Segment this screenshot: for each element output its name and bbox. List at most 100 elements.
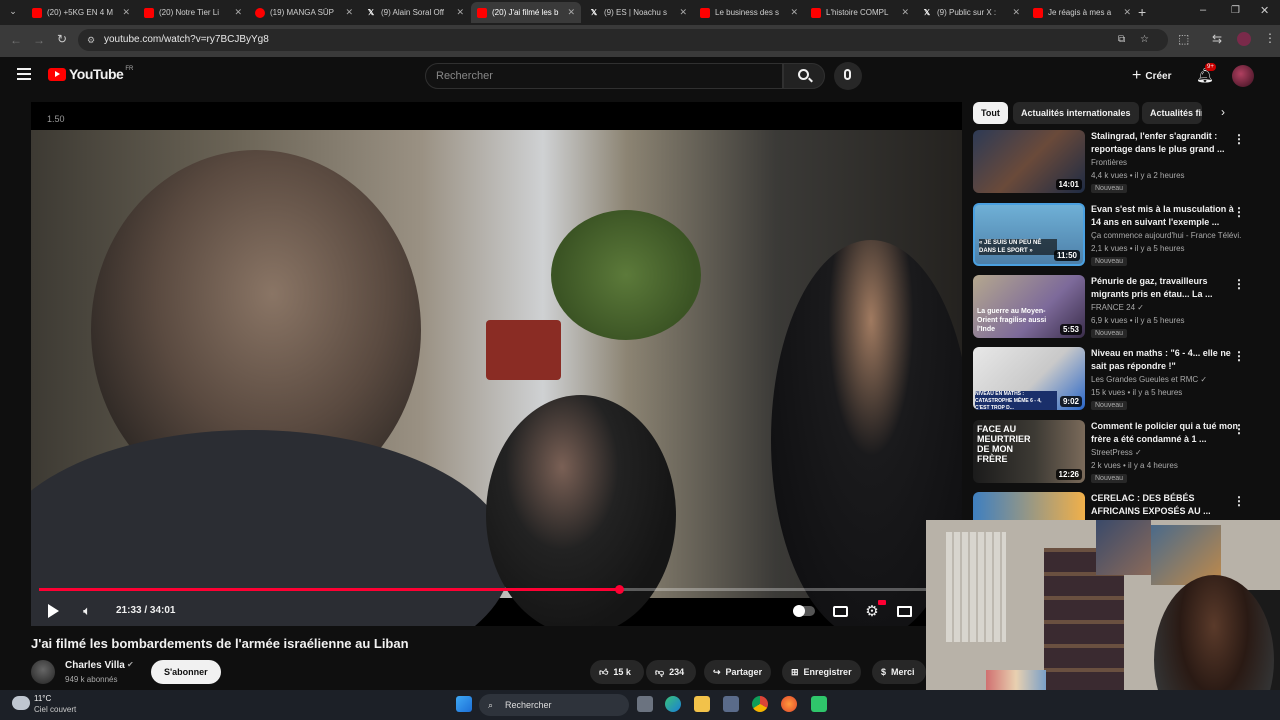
play-button[interactable] — [42, 600, 64, 622]
more-actions-icon[interactable]: ⋮ — [1233, 422, 1245, 436]
thanks-button[interactable]: $ Merci — [872, 660, 926, 684]
profile-avatar-icon[interactable] — [1237, 32, 1251, 46]
search-input[interactable]: Rechercher — [425, 63, 783, 89]
weather-icon[interactable] — [12, 696, 30, 710]
recommended-video[interactable]: FACE AU MEURTRIER DE MON FRÈRE 12:26 Com… — [973, 420, 1263, 486]
browser-tab[interactable]: (19) MANGA SŪP ✕ — [249, 2, 359, 23]
video-title[interactable]: Evan s'est mis à la musculation à 14 ans… — [1091, 203, 1241, 229]
tab-close-icon[interactable]: ✕ — [1012, 7, 1020, 18]
channel-name[interactable]: Ça commence aujourd'hui - France Télévi.… — [1091, 231, 1241, 240]
more-actions-icon[interactable]: ⋮ — [1233, 277, 1245, 291]
video-title[interactable]: Niveau en maths : "6 - 4... elle ne sait… — [1091, 347, 1241, 373]
subscribe-button[interactable]: S'abonner — [151, 660, 221, 684]
reload-icon[interactable]: ↻ — [57, 32, 67, 46]
file-explorer-icon[interactable] — [694, 696, 710, 712]
video-title[interactable]: Comment le policier qui a tué mon frère … — [1091, 420, 1241, 446]
video-frame[interactable] — [31, 130, 962, 626]
back-icon[interactable]: ← — [10, 33, 22, 47]
taskbar-search[interactable]: ⌕ Rechercher — [479, 694, 629, 716]
video-thumbnail[interactable]: NIVEAU EN MATHS : CATASTROPHE MÊME 6 - 4… — [973, 347, 1085, 410]
tab-list-dropdown-icon[interactable]: ⌄ — [6, 6, 20, 20]
tab-close-icon[interactable]: ✕ — [901, 7, 909, 18]
tab-close-icon[interactable]: ✕ — [790, 7, 798, 18]
extension-icon[interactable]: ⇆ — [1212, 32, 1222, 46]
video-thumbnail[interactable]: La guerre au Moyen-Orient fragilise auss… — [973, 275, 1085, 338]
create-button[interactable]: + Créer — [1126, 64, 1177, 88]
browser-tab[interactable]: 𝕏 (9) Public sur X : ✕ — [916, 2, 1026, 23]
edge-icon[interactable] — [665, 696, 681, 712]
browser-tab[interactable]: Je réagis à mes a ✕ — [1027, 2, 1137, 23]
close-window-icon[interactable]: ✕ — [1260, 4, 1269, 17]
site-info-icon[interactable]: ⚙ — [87, 29, 95, 51]
app-icon[interactable] — [811, 696, 827, 712]
like-button[interactable]: 👍︎ 15 k — [590, 660, 644, 684]
share-button[interactable]: ↪ Partager — [704, 660, 772, 684]
youtube-logo[interactable]: YouTube FR — [48, 66, 133, 82]
task-view-icon[interactable] — [637, 696, 653, 712]
video-title[interactable]: CERELAC : DES BÉBÉS AFRICAINS EXPOSÉS AU… — [1091, 492, 1241, 518]
restore-window-icon[interactable]: ❐ — [1231, 5, 1240, 16]
browser-tab[interactable]: Le business des s ✕ — [694, 2, 804, 23]
recommended-video[interactable]: La guerre au Moyen-Orient fragilise auss… — [973, 275, 1263, 341]
channel-name[interactable]: Les Grandes Gueules et RMC ✓ — [1091, 375, 1241, 384]
hamburger-menu-icon[interactable] — [17, 68, 31, 80]
address-bar[interactable]: ⚙ youtube.com/watch?v=ry7BCJByYg8 ⧉ ☆ — [78, 29, 1168, 51]
voice-search-button[interactable] — [834, 62, 862, 90]
forward-icon[interactable]: → — [33, 33, 45, 47]
notifications-button[interactable]: 🔔︎ 9+ — [1196, 63, 1216, 85]
browser-menu-icon[interactable]: ⋮ — [1264, 31, 1276, 45]
chrome-icon[interactable] — [752, 696, 768, 712]
browser-tab[interactable]: (20) Notre Tier Li ✕ — [138, 2, 248, 23]
browser-tab[interactable]: L'histoire COMPL ✕ — [805, 2, 915, 23]
account-avatar[interactable] — [1232, 65, 1254, 87]
video-thumbnail[interactable]: 14:01 — [973, 130, 1085, 193]
tab-close-icon[interactable]: ✕ — [234, 7, 242, 18]
chip-all[interactable]: Tout — [973, 102, 1008, 124]
settings-button[interactable]: ⚙ — [861, 600, 886, 622]
video-title[interactable]: Pénurie de gaz, travailleurs migrants pr… — [1091, 275, 1241, 301]
miniplayer-button[interactable] — [893, 600, 915, 622]
tab-close-icon[interactable]: ✕ — [1123, 7, 1131, 18]
search-button[interactable] — [783, 63, 825, 89]
video-thumbnail[interactable]: FACE AU MEURTRIER DE MON FRÈRE 12:26 — [973, 420, 1085, 483]
chip-international-news[interactable]: Actualités internationales — [1013, 102, 1139, 124]
channel-name[interactable]: StreetPress ✓ — [1091, 448, 1241, 457]
recommended-video[interactable]: « JE SUIS UN PEU NÉ DANS LE SPORT » 11:5… — [973, 203, 1263, 269]
volume-button[interactable]: 🔈︎ — [76, 600, 98, 622]
browser-tab[interactable]: 𝕏 (9) Alain Soral Off ✕ — [360, 2, 470, 23]
autoplay-toggle[interactable] — [793, 600, 815, 622]
chip-financial-news[interactable]: Actualités fin — [1142, 102, 1202, 124]
browser-tab[interactable]: (20) J'ai filmé les b ✕ — [471, 2, 581, 23]
more-actions-icon[interactable]: ⋮ — [1233, 205, 1245, 219]
more-actions-icon[interactable]: ⋮ — [1233, 132, 1245, 146]
subtitles-button[interactable] — [829, 600, 851, 622]
browser-tab[interactable]: (20) +5KG EN 4 M ✕ — [26, 2, 136, 23]
more-actions-icon[interactable]: ⋮ — [1233, 349, 1245, 363]
install-app-icon[interactable]: ⧉ — [1118, 29, 1125, 51]
video-player[interactable]: 1.50 🔈︎ 21:33 / 34:01 ⚙ — [31, 102, 962, 626]
channel-name[interactable]: FRANCE 24 ✓ — [1091, 303, 1241, 312]
firefox-icon[interactable] — [781, 696, 797, 712]
save-button[interactable]: ⊞ Enregistrer — [782, 660, 861, 684]
channel-name[interactable]: Frontières — [1091, 158, 1241, 167]
minimize-window-icon[interactable]: – — [1200, 4, 1206, 16]
more-actions-icon[interactable]: ⋮ — [1233, 494, 1245, 508]
dislike-button[interactable]: 👎︎ 234 — [646, 660, 696, 684]
progress-bar[interactable] — [39, 585, 954, 594]
windows-start-icon[interactable] — [456, 696, 472, 712]
recommended-video[interactable]: 14:01 Stalingrad, l'enfer s'agrandit : r… — [973, 130, 1263, 196]
recommended-video[interactable]: NIVEAU EN MATHS : CATASTROPHE MÊME 6 - 4… — [973, 347, 1263, 413]
chips-next-arrow-icon[interactable]: › — [1221, 105, 1225, 119]
tab-close-icon[interactable]: ✕ — [679, 7, 687, 18]
channel-name-link[interactable]: Charles Villa — [65, 660, 125, 671]
tab-close-icon[interactable]: ✕ — [345, 7, 353, 18]
bookmark-star-icon[interactable]: ☆ — [1140, 29, 1149, 51]
new-tab-button[interactable]: + — [1138, 4, 1146, 20]
tab-close-icon[interactable]: ✕ — [122, 7, 130, 18]
extensions-icon[interactable]: ⬚ — [1178, 32, 1189, 46]
browser-tab[interactable]: 𝕏 (9) ES | Noachu s ✕ — [583, 2, 693, 23]
tab-close-icon[interactable]: ✕ — [456, 7, 464, 18]
channel-avatar[interactable] — [31, 660, 55, 684]
store-icon[interactable] — [723, 696, 739, 712]
video-title[interactable]: Stalingrad, l'enfer s'agrandit : reporta… — [1091, 130, 1241, 156]
